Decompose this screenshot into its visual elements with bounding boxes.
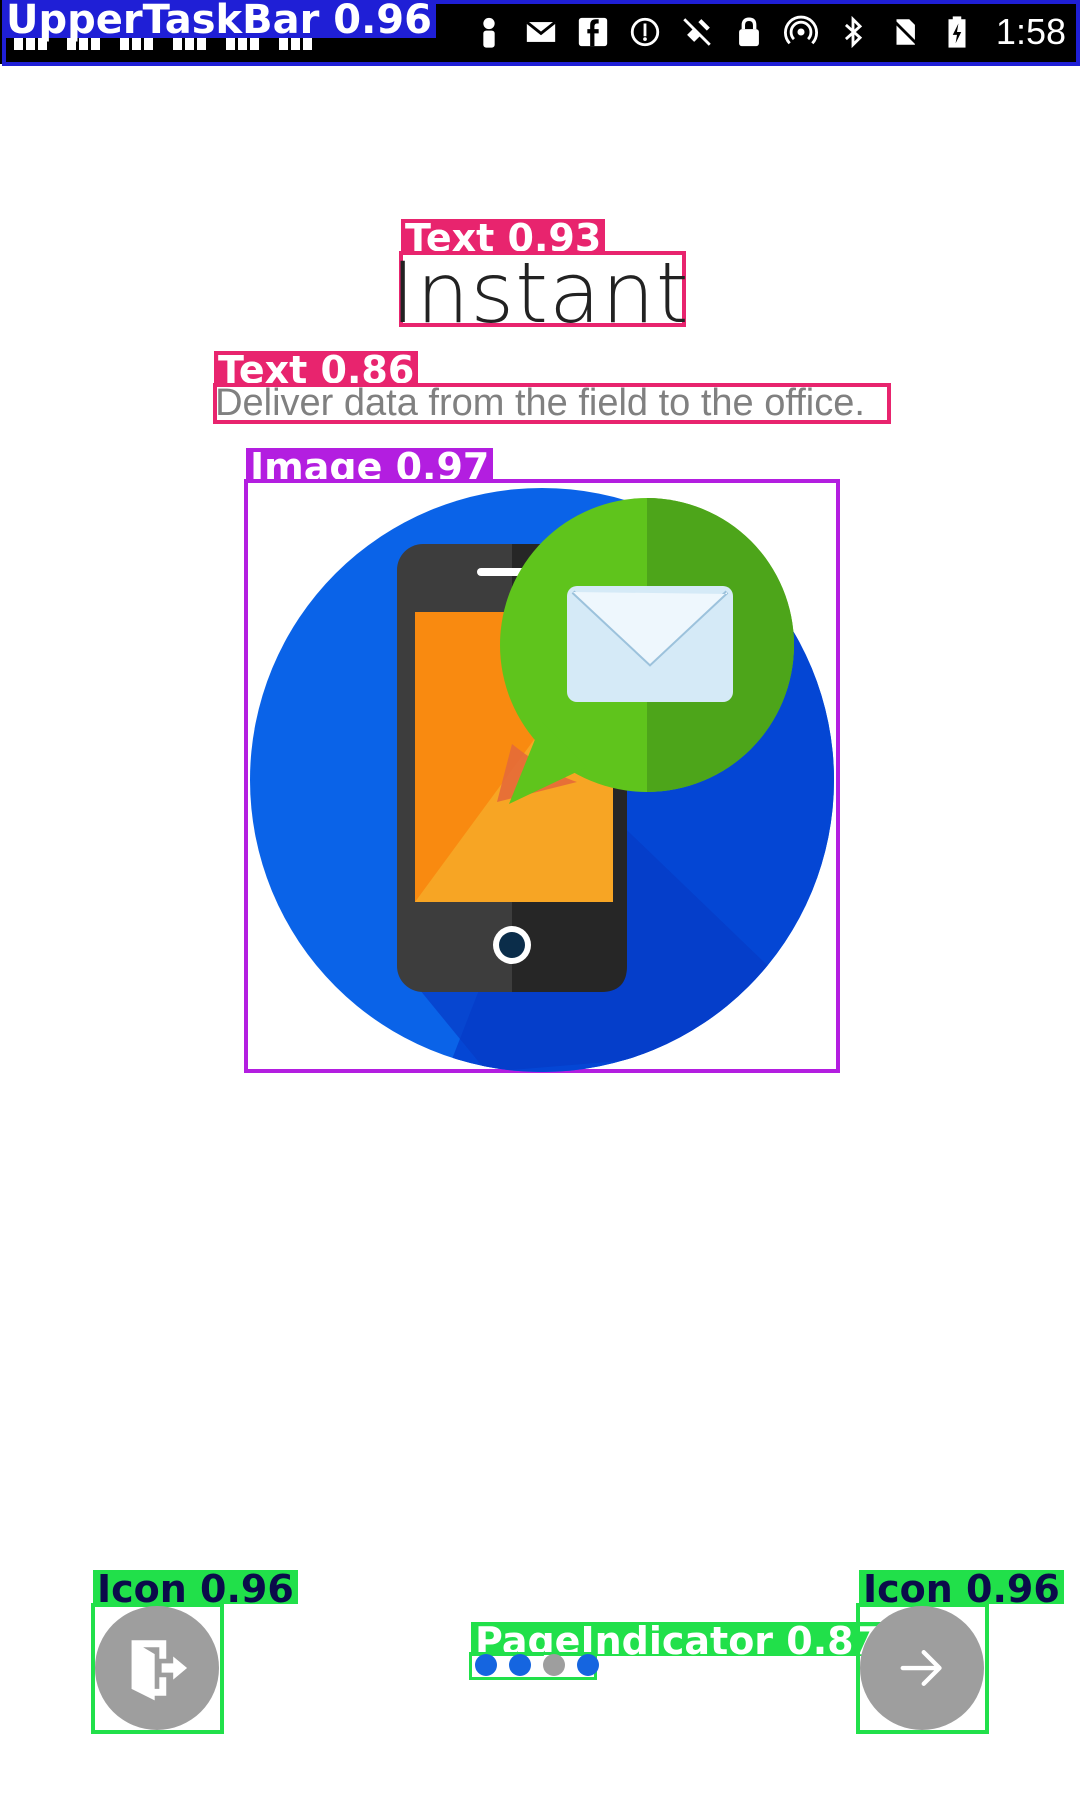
exit-button[interactable]: [95, 1606, 219, 1730]
icon-left-detection-label: Icon 0.96: [93, 1570, 298, 1608]
page-title: Instant: [390, 244, 690, 342]
page-dot[interactable]: [543, 1654, 565, 1676]
taskbar-detection-label: UpperTaskBar 0.96: [2, 0, 436, 40]
arrow-right-icon: [900, 1650, 942, 1686]
page-dot[interactable]: [475, 1654, 497, 1676]
image-detection-label: Image 0.97: [246, 448, 494, 486]
icon-right-detection-label: Icon 0.96: [859, 1570, 1064, 1608]
next-button[interactable]: [860, 1606, 984, 1730]
instant-message-illustration: [247, 482, 837, 1072]
page-subtitle: Deliver data from the field to the offic…: [215, 382, 865, 424]
page-dot[interactable]: [509, 1654, 531, 1676]
page-dot[interactable]: [577, 1654, 599, 1676]
page-indicator-detection-label: PageIndicator 0.87: [471, 1622, 885, 1660]
page-indicator[interactable]: [475, 1654, 599, 1676]
subtitle-detection-label: Text 0.86: [214, 351, 419, 389]
exit-door-icon: [131, 1640, 188, 1701]
